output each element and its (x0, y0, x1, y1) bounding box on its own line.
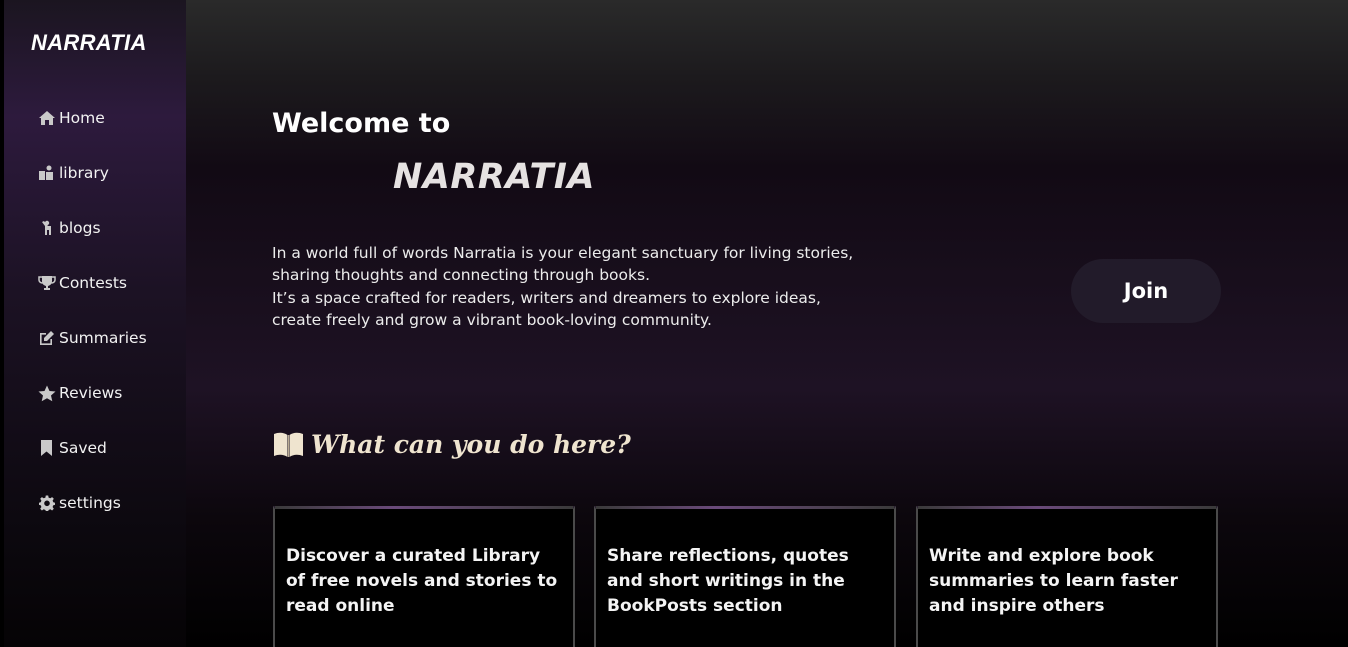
brand-logo[interactable]: NARRATIA (31, 30, 147, 56)
intro-line: It’s a space crafted for readers, writer… (272, 288, 821, 307)
main-content: Welcome to NARRATIA In a world full of w… (186, 0, 1348, 647)
library-icon (37, 165, 56, 181)
sidebar-item-label: Home (59, 109, 105, 127)
intro-line: sharing thoughts and connecting through … (272, 266, 651, 285)
sidebar-item-library[interactable]: library (37, 158, 177, 188)
bookmark-icon (37, 440, 56, 456)
feature-card-summaries[interactable]: Write and explore book summaries to lear… (916, 506, 1218, 647)
gear-icon (37, 495, 56, 511)
sidebar-item-label: Reviews (59, 384, 123, 402)
edit-icon (37, 330, 56, 346)
sidebar-item-label: settings (59, 494, 121, 512)
features-title: What can you do here? (311, 430, 631, 459)
blog-icon (37, 220, 56, 236)
home-icon (37, 110, 56, 126)
sidebar-item-blogs[interactable]: blogs (37, 213, 177, 243)
sidebar-item-label: Summaries (59, 329, 147, 347)
star-icon (37, 385, 56, 401)
sidebar: NARRATIA Home library blogs Contests Sum… (4, 0, 186, 647)
feature-card-text: Discover a curated Library of free novel… (286, 546, 558, 616)
sidebar-item-reviews[interactable]: Reviews (37, 378, 177, 408)
sidebar-item-saved[interactable]: Saved (37, 433, 177, 463)
feature-card-text: Write and explore book summaries to lear… (929, 546, 1178, 616)
sidebar-item-home[interactable]: Home (37, 103, 177, 133)
intro-text: In a world full of words Narratia is you… (272, 242, 872, 331)
hero-title: NARRATIA (393, 157, 596, 197)
sidebar-nav: Home library blogs Contests Summaries Re… (37, 103, 177, 543)
feature-card-library[interactable]: Discover a curated Library of free novel… (273, 506, 575, 647)
join-button[interactable]: Join (1071, 259, 1221, 323)
sidebar-item-summaries[interactable]: Summaries (37, 323, 177, 353)
sidebar-item-contests[interactable]: Contests (37, 268, 177, 298)
trophy-icon (37, 275, 56, 291)
intro-line: In a world full of words Narratia is you… (272, 244, 854, 262)
sidebar-item-label: library (59, 164, 109, 182)
features-heading: What can you do here? (272, 430, 631, 459)
sidebar-item-label: Contests (59, 274, 127, 292)
feature-card-bookposts[interactable]: Share reflections, quotes and short writ… (594, 506, 896, 647)
sidebar-item-label: blogs (59, 219, 101, 237)
feature-cards: Discover a curated Library of free novel… (273, 506, 1273, 647)
welcome-heading: Welcome to (272, 108, 451, 139)
feature-card-text: Share reflections, quotes and short writ… (607, 546, 849, 616)
sidebar-item-settings[interactable]: settings (37, 488, 177, 518)
intro-line: create freely and grow a vibrant book-lo… (272, 310, 712, 329)
open-book-icon (272, 431, 305, 459)
sidebar-item-label: Saved (59, 439, 107, 457)
